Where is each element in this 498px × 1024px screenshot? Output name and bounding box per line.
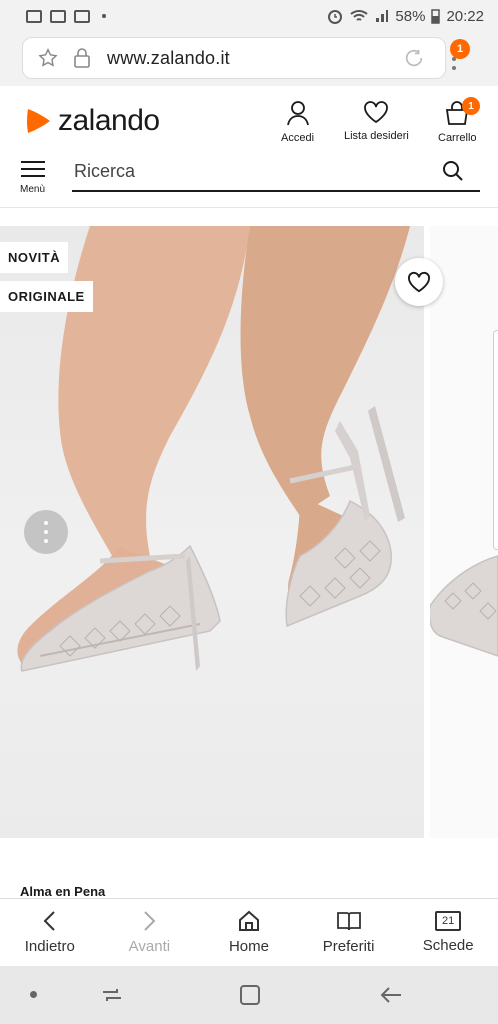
star-bookmark-icon[interactable]: [37, 47, 59, 69]
home-icon: [238, 910, 259, 931]
zalando-logo[interactable]: zalando: [24, 104, 160, 138]
browser-menu-badge: 1: [450, 39, 470, 59]
cart-count-badge: 1: [462, 97, 480, 115]
alarm-icon: [328, 10, 343, 24]
tabs-icon: 21: [435, 911, 462, 931]
more-notifications-icon: [102, 14, 106, 18]
signal-icon: [376, 10, 389, 22]
search-icon[interactable]: [442, 160, 464, 182]
logo-text: zalando: [58, 104, 160, 137]
original-tag: ORIGINALE: [0, 281, 93, 312]
new-tag: NOVITÀ: [0, 242, 69, 273]
tabs-count: 21: [442, 915, 455, 927]
address-bar[interactable]: www.zalando.it: [22, 37, 446, 79]
battery-icon: [431, 9, 441, 24]
home-label: Home: [228, 938, 269, 955]
gallery-notification-icon: [26, 9, 42, 23]
user-icon: [286, 101, 309, 126]
next-photo-illustration: [430, 555, 498, 657]
tabs-button[interactable]: 21 Schede: [398, 899, 498, 966]
home-square-icon[interactable]: [238, 983, 262, 1007]
image-options-button[interactable]: [24, 510, 68, 554]
chevron-right-icon: [144, 911, 156, 931]
bookmarks-label: Preferiti: [322, 938, 375, 955]
wishlist-button[interactable]: Lista desideri: [344, 100, 409, 142]
system-nav-bar: [0, 966, 498, 1024]
chevron-left-icon: [43, 911, 55, 931]
forward-button[interactable]: Avanti: [100, 899, 200, 966]
recents-icon[interactable]: [100, 983, 124, 1007]
search-field[interactable]: Ricerca: [72, 152, 480, 192]
zalando-logo-icon: [27, 109, 50, 133]
browser-toolbar: www.zalando.it: [0, 32, 498, 86]
clock: 20:22: [446, 7, 484, 25]
next-product-image-preview[interactable]: [430, 226, 498, 838]
battery-level: 58%: [395, 7, 426, 25]
add-to-wishlist-button[interactable]: [395, 258, 443, 306]
search-placeholder: Ricerca: [74, 160, 136, 181]
reload-icon[interactable]: [403, 47, 425, 69]
browser-bottom-nav: Indietro Avanti Home Preferiti 21 Schede: [0, 898, 498, 966]
heart-icon: [408, 271, 430, 293]
home-button[interactable]: Home: [199, 899, 299, 966]
outlook-notification-icon: [50, 9, 66, 23]
lock-icon: [73, 47, 91, 69]
account-button[interactable]: Accedi: [281, 100, 314, 144]
back-label: Indietro: [24, 938, 75, 955]
tabs-label: Schede: [422, 937, 474, 954]
recent-apps-dot-icon[interactable]: [30, 991, 37, 998]
back-button[interactable]: Indietro: [0, 899, 100, 966]
account-label: Accedi: [281, 132, 315, 144]
brand-name: Alma en Pena: [20, 884, 106, 899]
wifi-icon: [350, 10, 369, 21]
hamburger-icon: [20, 156, 45, 182]
heart-icon: [364, 101, 389, 124]
menu-label: Menù: [20, 184, 46, 195]
status-bar: 58% 20:22: [0, 0, 498, 32]
edge-panel-handle[interactable]: [493, 330, 498, 550]
bookmarks-button[interactable]: Preferiti: [299, 899, 399, 966]
book-icon: [336, 912, 361, 931]
calendar-notification-icon: [74, 9, 90, 23]
forward-label: Avanti: [128, 938, 171, 955]
site-header: zalando Accedi Lista desideri Carrello 1…: [0, 86, 498, 208]
url-text: www.zalando.it: [107, 47, 230, 68]
menu-button[interactable]: Menù: [20, 156, 45, 195]
cart-label: Carrello: [438, 132, 477, 144]
wishlist-label: Lista desideri: [344, 130, 409, 142]
back-arrow-icon[interactable]: [378, 983, 404, 1007]
